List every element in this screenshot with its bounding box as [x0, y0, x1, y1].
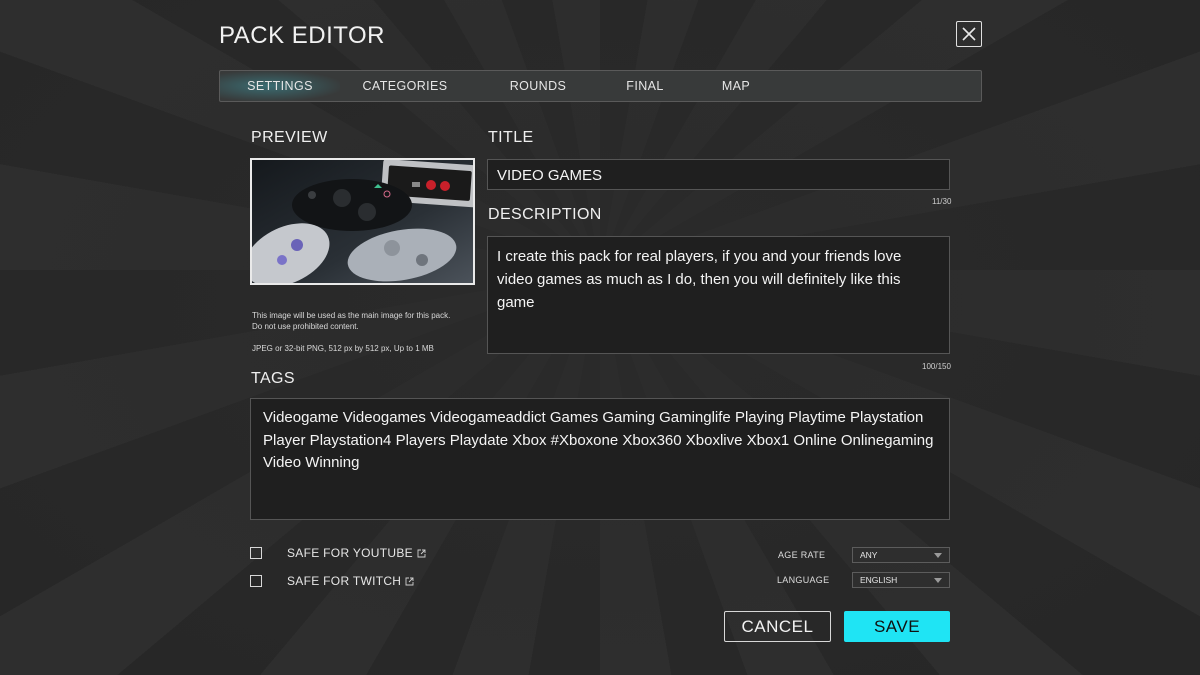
- tab-map[interactable]: MAP: [684, 71, 788, 101]
- preview-image[interactable]: [250, 158, 475, 285]
- safe-youtube-option[interactable]: SAFE FOR YOUTUBE: [287, 546, 426, 560]
- title-counter: 11/30: [932, 197, 952, 206]
- cancel-button[interactable]: CANCEL: [724, 611, 831, 642]
- language-label: LANGUAGE: [777, 575, 830, 585]
- external-link-icon[interactable]: [405, 577, 414, 586]
- save-button[interactable]: SAVE: [844, 611, 950, 642]
- chevron-down-icon: [934, 578, 942, 583]
- tab-categories[interactable]: CATEGORIES: [340, 71, 470, 101]
- age-rate-select[interactable]: ANY: [852, 547, 950, 563]
- tab-final[interactable]: FINAL: [606, 71, 684, 101]
- description-label: DESCRIPTION: [488, 206, 602, 223]
- age-rate-value: ANY: [860, 550, 878, 560]
- tab-rounds[interactable]: ROUNDS: [470, 71, 606, 101]
- chevron-down-icon: [934, 553, 942, 558]
- description-textarea[interactable]: I create this pack for real players, if …: [487, 236, 950, 354]
- age-rate-label: AGE RATE: [778, 550, 826, 560]
- close-icon: [962, 27, 976, 41]
- safe-twitch-label: SAFE FOR TWITCH: [287, 574, 402, 588]
- safe-twitch-option[interactable]: SAFE FOR TWITCH: [287, 574, 414, 588]
- page-title: PACK EDITOR: [219, 22, 385, 49]
- safe-twitch-checkbox[interactable]: [250, 575, 262, 587]
- safe-youtube-label: SAFE FOR YOUTUBE: [287, 546, 413, 560]
- preview-label: PREVIEW: [251, 129, 328, 146]
- safe-youtube-checkbox[interactable]: [250, 547, 262, 559]
- tags-textarea[interactable]: Videogame Videogames Videogameaddict Gam…: [250, 398, 950, 520]
- tags-label: TAGS: [251, 370, 295, 387]
- tab-settings[interactable]: SETTINGS: [220, 71, 340, 101]
- tab-bar: SETTINGS CATEGORIES ROUNDS FINAL MAP: [219, 70, 982, 102]
- external-link-icon[interactable]: [417, 549, 426, 558]
- language-value: ENGLISH: [860, 575, 898, 585]
- title-input[interactable]: VIDEO GAMES: [487, 159, 950, 190]
- language-select[interactable]: ENGLISH: [852, 572, 950, 588]
- preview-format-note: JPEG or 32-bit PNG, 512 px by 512 px, Up…: [252, 344, 434, 353]
- close-button[interactable]: [956, 21, 982, 47]
- description-counter: 100/150: [922, 362, 951, 371]
- preview-note-2: Do not use prohibited content.: [252, 322, 359, 331]
- preview-controllers-image: [252, 160, 473, 283]
- title-label: TITLE: [488, 129, 534, 146]
